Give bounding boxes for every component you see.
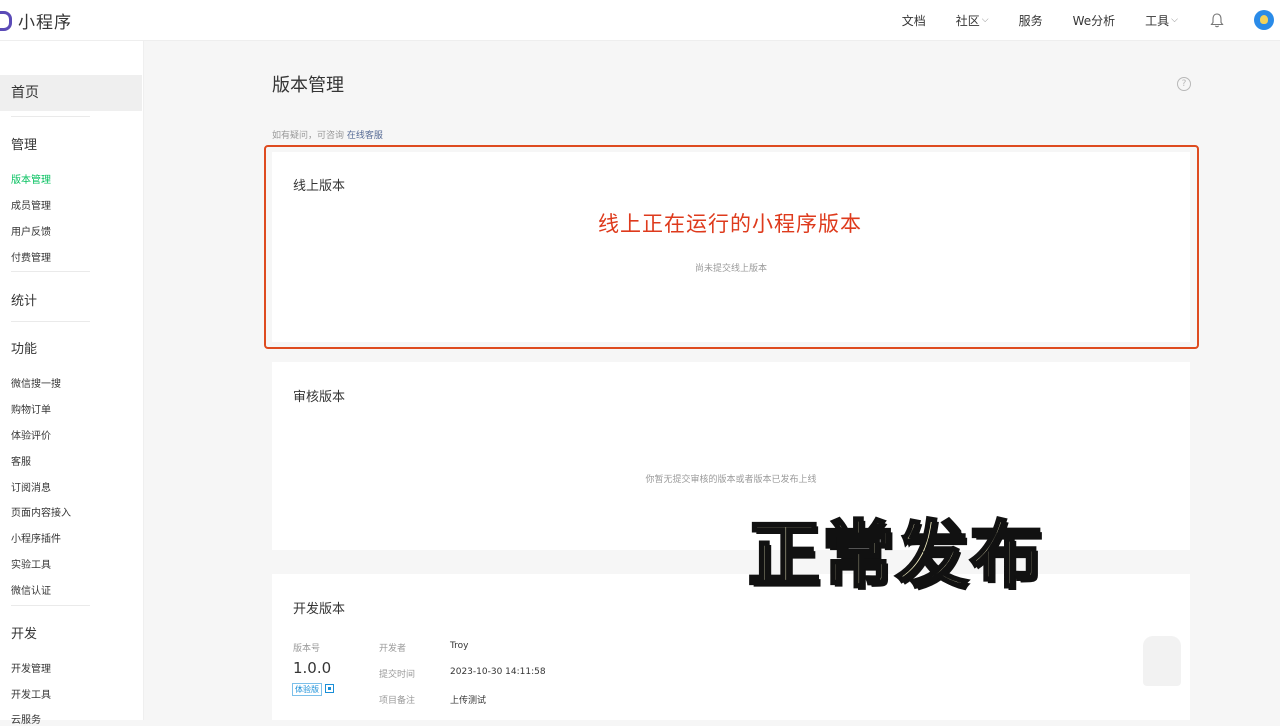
- help-hint-text: 如有疑问，可咨询: [272, 131, 345, 141]
- nav-docs[interactable]: 文档: [902, 12, 926, 29]
- divider: [11, 605, 90, 606]
- sidebar-heading-manage: 管理: [11, 138, 38, 153]
- sidebar-item-experiment-tools[interactable]: 实验工具: [11, 556, 51, 571]
- help-hint: 如有疑问，可咨询 在线客服: [272, 128, 383, 141]
- qrcode-icon[interactable]: [325, 684, 334, 693]
- annotation-text: 线上正在运行的小程序版本: [598, 212, 862, 236]
- submit-time-label: 提交时间: [379, 670, 416, 680]
- nav-tools-label: 工具: [1145, 13, 1170, 28]
- trial-version-badge[interactable]: 体验版: [292, 683, 322, 696]
- developer-label: 开发者: [379, 644, 407, 654]
- sidebar-item-customer-service[interactable]: 客服: [11, 453, 31, 468]
- overlay-caption: 正常发布: [746, 512, 1045, 599]
- review-version-empty: 你暂无提交审核的版本或者版本已发布上线: [645, 475, 817, 485]
- remark-label: 项目备注: [379, 696, 416, 706]
- sidebar-item-home[interactable]: 首页: [0, 75, 142, 111]
- help-icon[interactable]: ?: [1177, 77, 1191, 91]
- version-number: 1.0.0: [293, 659, 332, 677]
- avatar[interactable]: [1254, 10, 1274, 30]
- developer-value: Troy: [450, 641, 469, 651]
- miniprogram-logo-icon: [0, 10, 12, 31]
- sidebar-item-plugins[interactable]: 小程序插件: [11, 530, 61, 545]
- annotation-highlight-box: [264, 145, 1199, 349]
- top-bar: 小程序 文档 社区 ⌵ 服务 We分析 工具 ⌵: [0, 0, 1280, 41]
- sidebar-item-cloud-service[interactable]: 云服务: [11, 711, 41, 726]
- sidebar-item-version-manage[interactable]: 版本管理: [11, 171, 51, 186]
- divider: [11, 116, 90, 117]
- page-title: 版本管理: [272, 75, 344, 96]
- person-silhouette-icon: [1143, 636, 1181, 686]
- nav-community[interactable]: 社区 ⌵: [956, 12, 989, 29]
- sidebar-heading-stats[interactable]: 统计: [11, 290, 37, 309]
- sidebar-item-dev-tools[interactable]: 开发工具: [11, 686, 51, 701]
- version-number-label: 版本号: [293, 644, 321, 654]
- chevron-down-icon: ⌵: [1171, 15, 1178, 25]
- dev-version-title: 开发版本: [293, 602, 346, 617]
- sidebar: 首页 管理 版本管理 成员管理 用户反馈 付费管理 统计 功能 微信搜一搜 购物…: [0, 41, 144, 726]
- chevron-down-icon: ⌵: [981, 15, 989, 25]
- app-logo[interactable]: 小程序: [0, 8, 72, 33]
- divider: [11, 321, 90, 322]
- sidebar-item-subscription-messages[interactable]: 订阅消息: [11, 479, 51, 494]
- sidebar-item-page-content[interactable]: 页面内容接入: [11, 504, 71, 519]
- sidebar-item-shopping-orders[interactable]: 购物订单: [11, 401, 51, 416]
- sidebar-heading-develop: 开发: [11, 627, 38, 642]
- sidebar-item-wechat-verify[interactable]: 微信认证: [11, 582, 51, 597]
- sidebar-heading-features: 功能: [11, 342, 38, 357]
- submit-time-value: 2023-10-30 14:11:58: [450, 667, 546, 677]
- online-service-link[interactable]: 在线客服: [347, 131, 383, 141]
- nav-community-label: 社区: [955, 13, 980, 28]
- bell-icon[interactable]: [1208, 11, 1226, 29]
- sidebar-item-payment-manage[interactable]: 付费管理: [11, 249, 51, 264]
- app-title: 小程序: [18, 13, 72, 33]
- nav-service[interactable]: 服务: [1019, 12, 1043, 29]
- top-nav: 文档 社区 ⌵ 服务 We分析 工具 ⌵: [902, 0, 1280, 40]
- divider: [11, 271, 90, 272]
- review-version-card: 审核版本 你暂无提交审核的版本或者版本已发布上线: [272, 362, 1190, 550]
- remark-value: 上传测试: [450, 696, 487, 706]
- sidebar-item-experience-review[interactable]: 体验评价: [11, 427, 51, 442]
- sidebar-item-dev-manage[interactable]: 开发管理: [11, 660, 51, 675]
- nav-tools[interactable]: 工具 ⌵: [1145, 12, 1178, 29]
- sidebar-item-wechat-search[interactable]: 微信搜一搜: [11, 375, 61, 390]
- review-version-title: 审核版本: [293, 390, 346, 405]
- nav-analytics[interactable]: We分析: [1073, 12, 1116, 29]
